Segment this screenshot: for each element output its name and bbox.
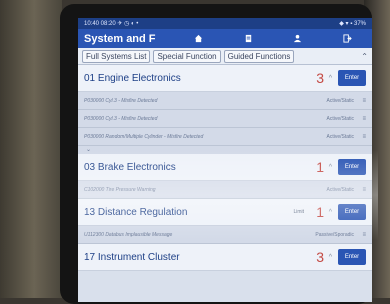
status-left: 10:40 08:20 ✈ ◷ ◐ • xyxy=(84,21,139,27)
info-icon[interactable]: ≡ xyxy=(362,134,366,140)
exit-icon[interactable] xyxy=(343,34,352,43)
enter-button[interactable]: Enter xyxy=(338,249,366,265)
app-title: System and F xyxy=(84,32,156,45)
dtc-description: C102000 Tire Pressure Warning xyxy=(84,186,156,193)
info-icon[interactable]: ≡ xyxy=(362,232,366,238)
home-icon[interactable] xyxy=(194,34,203,43)
dtc-row: U112300 Databus Implausible Message Pass… xyxy=(78,226,372,244)
info-icon[interactable]: ≡ xyxy=(362,116,366,122)
enter-button[interactable]: Enter xyxy=(338,159,366,175)
dtc-row: C102000 Tire Pressure Warning Active/Sta… xyxy=(78,181,372,199)
system-row-engine[interactable]: 01 Engine Electronics 3 ^ Enter xyxy=(78,65,372,92)
info-icon[interactable]: ≡ xyxy=(362,98,366,104)
fault-count: 1 xyxy=(316,159,324,175)
dtc-row: P030000 Random/Multiple Cylinder - Misfi… xyxy=(78,128,372,146)
fault-count: 1 xyxy=(316,204,324,220)
system-name: 17 Instrument Cluster xyxy=(84,251,180,263)
dtc-description: P030000 Cyl.3 - Misfire Detected xyxy=(84,97,158,104)
expand-chevron-icon[interactable]: ^ xyxy=(329,209,332,216)
info-icon[interactable]: ≡ xyxy=(362,187,366,193)
status-right: ◆ ▾ ▪ 37% xyxy=(339,21,366,27)
system-row-distance-regulation[interactable]: 13 Distance Regulation Limit 1 ^ Enter xyxy=(78,199,372,226)
dtc-row: P030000 Cyl.3 - Misfire Detected Active/… xyxy=(78,92,372,110)
limit-label: Limit xyxy=(293,209,304,215)
status-bar: 10:40 08:20 ✈ ◷ ◐ • ◆ ▾ ▪ 37% xyxy=(78,18,372,29)
enter-button[interactable]: Enter xyxy=(338,204,366,220)
dtc-row: P030000 Cyl.3 - Misfire Detected Active/… xyxy=(78,110,372,128)
dtc-description: U112300 Databus Implausible Message xyxy=(84,231,173,238)
dtc-status: Active/Static xyxy=(326,115,354,122)
expand-chevron-icon[interactable]: ^ xyxy=(329,254,332,261)
expand-chevron-icon[interactable]: ^ xyxy=(329,164,332,171)
background-left xyxy=(0,0,62,298)
function-tabs: Full Systems List Special Function Guide… xyxy=(78,48,372,65)
enter-button[interactable]: Enter xyxy=(338,70,366,86)
expand-chevron-icon[interactable]: ^ xyxy=(329,75,332,82)
tab-special-function[interactable]: Special Function xyxy=(153,49,221,63)
fault-count: 3 xyxy=(316,70,324,86)
dtc-description: P030000 Cyl.3 - Misfire Detected xyxy=(84,115,158,122)
system-name: 03 Brake Electronics xyxy=(84,161,176,173)
collapse-chevron-icon[interactable]: ⌃ xyxy=(361,52,368,61)
collapse-chevron-icon[interactable]: ⌄ xyxy=(78,146,372,154)
app-bar: System and F xyxy=(78,29,372,48)
fault-count: 3 xyxy=(316,249,324,265)
dtc-status: Passive/Sporadic xyxy=(315,231,354,238)
tab-full-systems-list[interactable]: Full Systems List xyxy=(82,49,151,63)
dtc-description: P030000 Random/Multiple Cylinder - Misfi… xyxy=(84,133,204,140)
dtc-status: Active/Static xyxy=(326,97,354,104)
screen: 10:40 08:20 ✈ ◷ ◐ • ◆ ▾ ▪ 37% System and… xyxy=(78,18,372,302)
document-icon[interactable] xyxy=(244,34,253,43)
dtc-status: Active/Static xyxy=(326,186,354,193)
system-name: 01 Engine Electronics xyxy=(84,72,181,84)
system-name: 13 Distance Regulation xyxy=(84,206,188,218)
dtc-status: Active/Static xyxy=(326,133,354,140)
people-icon[interactable] xyxy=(293,34,302,43)
system-row-instrument-cluster[interactable]: 17 Instrument Cluster 3 ^ Enter xyxy=(78,244,372,271)
system-row-brake[interactable]: 03 Brake Electronics 1 ^ Enter xyxy=(78,154,372,181)
tab-guided-functions[interactable]: Guided Functions xyxy=(223,49,295,63)
